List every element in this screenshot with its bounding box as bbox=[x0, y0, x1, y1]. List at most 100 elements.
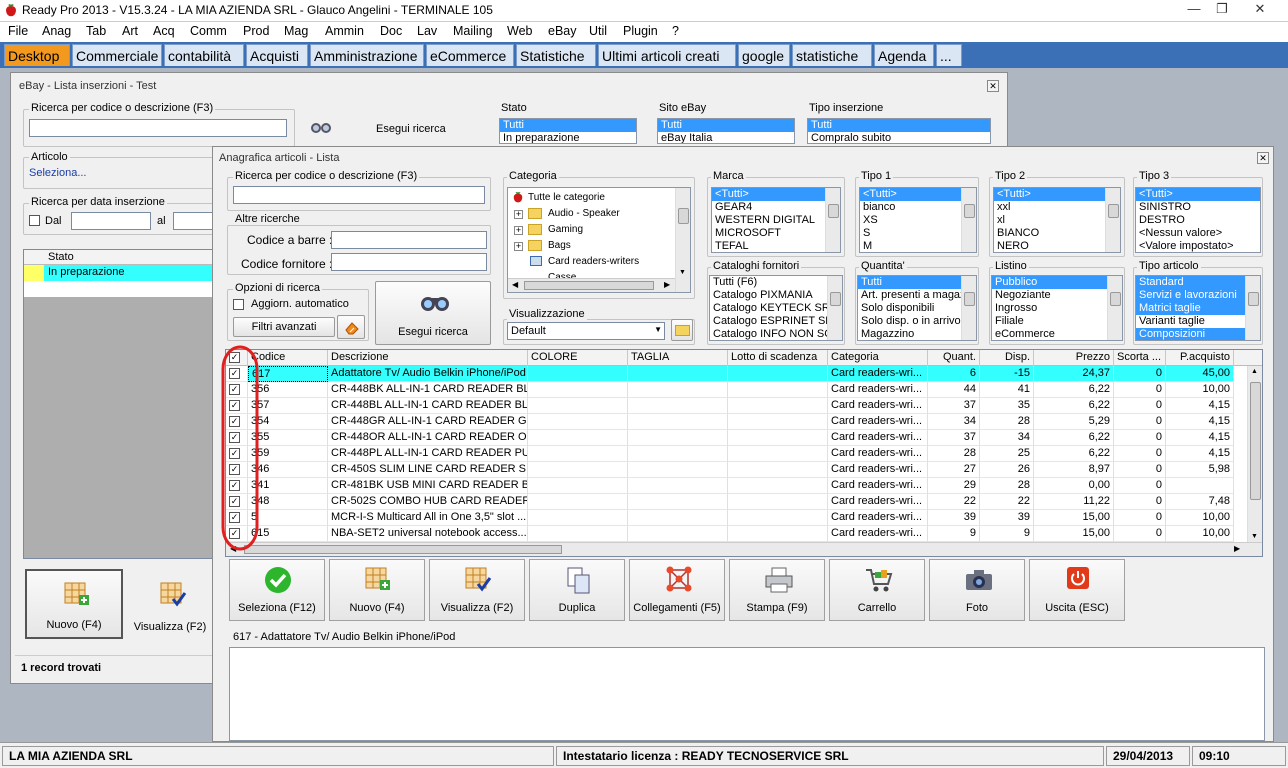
links-button[interactable]: Collegamenti (F5) bbox=[629, 559, 725, 621]
minimize-icon[interactable]: — bbox=[1180, 1, 1208, 19]
cataloghi-list[interactable]: Tutti (F6) Catalogo PIXMANIA Catalogo KE… bbox=[709, 275, 843, 341]
ebay-search-button[interactable]: Esegui ricerca bbox=[303, 111, 483, 145]
menu-doc[interactable]: Doc bbox=[380, 22, 402, 38]
list-item[interactable]: Filiale bbox=[992, 315, 1122, 328]
tab-more[interactable]: ... bbox=[936, 44, 962, 66]
col-taglia[interactable]: TAGLIA bbox=[628, 350, 728, 366]
scroll-thumb[interactable] bbox=[678, 208, 689, 224]
list-item[interactable]: <Nessun valore> bbox=[1136, 227, 1260, 240]
menu-tab[interactable]: Tab bbox=[86, 22, 106, 38]
list-item[interactable]: DESTRO bbox=[1136, 214, 1260, 227]
table-row[interactable]: ✓ 348 CR-502S COMBO HUB CARD READER ... Car… bbox=[226, 494, 1248, 510]
scroll-thumb[interactable] bbox=[964, 204, 975, 218]
view-button[interactable]: Visualizza (F2) bbox=[429, 559, 525, 621]
tab-google[interactable]: google bbox=[738, 44, 790, 66]
v-scrollbar[interactable] bbox=[1245, 276, 1260, 340]
scroll-thumb[interactable] bbox=[244, 545, 562, 554]
list-item[interactable]: xxl bbox=[994, 201, 1120, 214]
tab-amministrazione[interactable]: Amministrazione bbox=[310, 44, 424, 66]
table-row[interactable]: ✓ 617 Adattatore Tv/ Audio Belkin iPhone/i… bbox=[226, 366, 1248, 382]
menu-comm[interactable]: Comm bbox=[190, 22, 227, 38]
close-icon[interactable]: ✕ bbox=[1246, 1, 1274, 19]
duplicate-button[interactable]: Duplica bbox=[529, 559, 625, 621]
tab-agenda[interactable]: Agenda bbox=[874, 44, 934, 66]
scroll-down-icon[interactable]: ▼ bbox=[1251, 533, 1258, 540]
list-item[interactable]: Catalogo ESPRINET SP bbox=[710, 315, 842, 328]
list-item[interactable]: Solo disp. o in arrivo bbox=[858, 315, 976, 328]
scroll-thumb[interactable] bbox=[828, 204, 839, 218]
new-button[interactable]: Nuovo (F4) bbox=[329, 559, 425, 621]
ebay-sito-list[interactable]: Tutti eBay Italia bbox=[657, 118, 795, 144]
tipo-articolo-list[interactable]: Standard Servizi e lavorazioni Matrici t… bbox=[1135, 275, 1261, 341]
menu-anag[interactable]: Anag bbox=[42, 22, 71, 38]
detail-textarea[interactable] bbox=[229, 647, 1265, 741]
scroll-thumb[interactable] bbox=[964, 292, 975, 306]
advanced-filters-button[interactable]: Filtri avanzati bbox=[233, 317, 335, 337]
print-button[interactable]: Stampa (F9) bbox=[729, 559, 825, 621]
table-row[interactable]: ✓ 346 CR-450S SLIM LINE CARD READER SI... C… bbox=[226, 462, 1248, 478]
tipo1-list[interactable]: <Tutti> bianco XS S M bbox=[859, 187, 977, 253]
photo-button[interactable]: Foto bbox=[929, 559, 1025, 621]
scroll-down-icon[interactable]: ▼ bbox=[679, 269, 686, 276]
tree-item[interactable]: Card readers-writers bbox=[548, 256, 639, 267]
filter-clear-button[interactable] bbox=[337, 315, 365, 339]
v-scrollbar[interactable] bbox=[825, 188, 840, 252]
list-item[interactable]: Tutti bbox=[858, 276, 976, 289]
expand-icon[interactable]: + bbox=[514, 226, 523, 235]
h-scrollbar[interactable]: ◀ ▶ bbox=[226, 542, 1262, 556]
list-item[interactable]: bianco bbox=[860, 201, 976, 214]
v-scrollbar[interactable] bbox=[961, 188, 976, 252]
col-quant[interactable]: Quant. bbox=[928, 350, 980, 366]
ebay-dal-checkbox[interactable] bbox=[29, 215, 40, 226]
table-row[interactable]: In preparazione bbox=[44, 265, 222, 281]
ebay-al-input[interactable] bbox=[173, 212, 213, 230]
v-scrollbar[interactable] bbox=[1105, 188, 1120, 252]
menu-art[interactable]: Art bbox=[122, 22, 138, 38]
v-scrollbar[interactable] bbox=[1107, 276, 1122, 340]
table-row[interactable]: ✓ 354 CR-448GR ALL-IN-1 CARD READER G... Ca… bbox=[226, 414, 1248, 430]
scroll-right-icon[interactable]: ▶ bbox=[664, 280, 670, 289]
list-item[interactable]: WESTERN DIGITAL bbox=[712, 214, 840, 227]
list-item[interactable]: Ingrosso bbox=[992, 302, 1122, 315]
list-item[interactable]: xl bbox=[994, 214, 1120, 227]
list-item[interactable]: BIANCO bbox=[994, 227, 1120, 240]
tab-acquisti[interactable]: Acquisti bbox=[246, 44, 308, 66]
articles-close-icon[interactable]: ✕ bbox=[1257, 152, 1269, 164]
tree-item[interactable]: Audio - Speaker bbox=[548, 208, 620, 219]
list-item[interactable]: Compralo subito bbox=[808, 132, 990, 143]
scroll-right-icon[interactable]: ▶ bbox=[1234, 544, 1240, 553]
list-item[interactable]: Composizioni bbox=[1136, 328, 1260, 340]
menu-util[interactable]: Util bbox=[589, 22, 607, 38]
table-row[interactable]: ✓ 341 CR-481BK USB MINI CARD READER B... Ca… bbox=[226, 478, 1248, 494]
menu-lav[interactable]: Lav bbox=[417, 22, 437, 38]
list-item[interactable]: XS bbox=[860, 214, 976, 227]
v-scrollbar[interactable] bbox=[961, 276, 976, 340]
list-item[interactable]: <Tutti> bbox=[860, 188, 976, 201]
list-item[interactable]: Tutti bbox=[500, 119, 636, 132]
scroll-thumb[interactable] bbox=[1108, 204, 1119, 218]
ebay-tipo-list[interactable]: Tutti Compralo subito bbox=[807, 118, 991, 144]
exit-button[interactable]: Uscita (ESC) bbox=[1029, 559, 1125, 621]
col-prezzo[interactable]: Prezzo bbox=[1034, 350, 1114, 366]
tab-desktop[interactable]: Desktop bbox=[4, 44, 70, 66]
menu-plugin[interactable]: Plugin bbox=[623, 22, 658, 38]
list-item[interactable]: GEAR4 bbox=[712, 201, 840, 214]
scroll-thumb[interactable] bbox=[1110, 292, 1121, 306]
list-item[interactable]: Standard bbox=[1136, 276, 1260, 289]
v-scrollbar[interactable] bbox=[827, 276, 842, 340]
h-scrollbar[interactable]: ◀ ▶ bbox=[508, 278, 676, 292]
list-item[interactable]: Catalogo INFO NON SC bbox=[710, 328, 842, 340]
tree-item[interactable]: Tutte le categorie bbox=[528, 192, 605, 203]
scroll-thumb[interactable] bbox=[1250, 382, 1261, 500]
ebay-new-button[interactable]: Nuovo (F4) bbox=[25, 569, 123, 639]
list-item[interactable]: Pubblico bbox=[992, 276, 1122, 289]
col-pacquisto[interactable]: P.acquisto bbox=[1166, 350, 1234, 366]
list-item[interactable]: Tutti bbox=[658, 119, 794, 132]
col-colore[interactable]: COLORE bbox=[528, 350, 628, 366]
scroll-left-icon[interactable]: ◀ bbox=[512, 280, 518, 289]
tab-ecommerce[interactable]: eCommerce bbox=[426, 44, 514, 66]
tab-statistiche-2[interactable]: statistiche bbox=[792, 44, 872, 66]
list-item[interactable]: NERO bbox=[994, 240, 1120, 252]
menu-file[interactable]: File bbox=[8, 22, 28, 38]
list-item[interactable]: Varianti taglie bbox=[1136, 315, 1260, 328]
